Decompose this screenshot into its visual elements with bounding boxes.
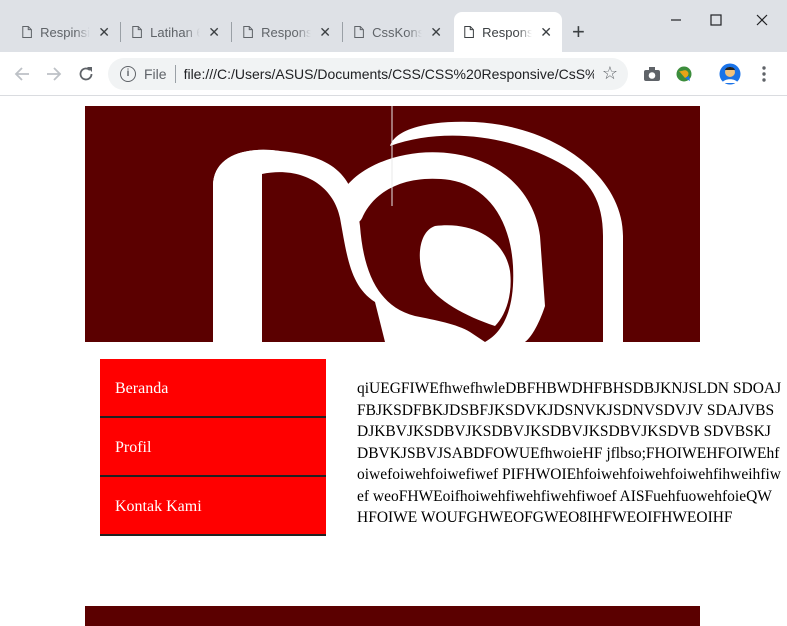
bookmark-star-icon[interactable]: ☆ bbox=[602, 63, 618, 84]
tab-2[interactable]: Latihan 6 ✕ bbox=[122, 12, 230, 52]
close-tab-icon[interactable]: ✕ bbox=[319, 24, 331, 41]
menu-kebab-icon[interactable] bbox=[752, 62, 776, 86]
tab-3[interactable]: Responsive ✕ bbox=[233, 12, 341, 52]
tab-title: Latihan 6 bbox=[150, 24, 201, 40]
document-icon bbox=[132, 26, 142, 38]
menu-item-beranda[interactable]: Beranda bbox=[100, 359, 326, 418]
close-tab-icon[interactable]: ✕ bbox=[208, 24, 220, 41]
document-icon bbox=[22, 26, 32, 38]
banner-image bbox=[85, 106, 700, 342]
info-icon[interactable]: i bbox=[120, 66, 136, 82]
tab-separator bbox=[231, 22, 232, 42]
tab-title: Respinsive bbox=[40, 24, 91, 40]
tab-separator bbox=[120, 22, 121, 42]
tab-separator bbox=[342, 22, 343, 42]
web-page: Beranda Profil Kontak Kami qiUEGFIWEfhwe… bbox=[0, 97, 787, 626]
tab-strip: Respinsive ✕ Latihan 6 ✕ Responsive ✕ Cs… bbox=[0, 0, 787, 52]
scheme-label: File bbox=[144, 66, 167, 82]
tab-1[interactable]: Respinsive ✕ bbox=[12, 12, 120, 52]
maximize-icon[interactable] bbox=[706, 10, 726, 30]
tab-title: Responsive bbox=[482, 24, 533, 40]
back-icon[interactable] bbox=[10, 62, 34, 86]
minimize-icon[interactable] bbox=[666, 10, 686, 30]
document-icon bbox=[243, 26, 253, 38]
divider bbox=[174, 65, 176, 83]
close-tab-icon[interactable]: ✕ bbox=[430, 24, 442, 41]
side-menu: Beranda Profil Kontak Kami bbox=[100, 359, 326, 536]
menu-item-profil[interactable]: Profil bbox=[100, 418, 326, 477]
close-tab-icon[interactable]: ✕ bbox=[98, 24, 110, 41]
tab-4[interactable]: CssKonsep ✕ bbox=[344, 12, 452, 52]
url-text[interactable]: file:///C:/Users/ASUS/Documents/CSS/CSS%… bbox=[184, 66, 594, 82]
menu-item-kontak-kami[interactable]: Kontak Kami bbox=[100, 477, 326, 536]
address-bar[interactable]: i File file:///C:/Users/ASUS/Documents/C… bbox=[108, 58, 628, 90]
logo-graphic bbox=[85, 106, 700, 342]
close-tab-icon[interactable]: ✕ bbox=[540, 24, 552, 41]
forward-icon[interactable] bbox=[42, 62, 66, 86]
document-icon bbox=[464, 26, 474, 38]
toolbar: i File file:///C:/Users/ASUS/Documents/C… bbox=[0, 52, 787, 96]
browser-chrome: Respinsive ✕ Latihan 6 ✕ Responsive ✕ Cs… bbox=[0, 0, 787, 96]
footer-bar bbox=[85, 606, 700, 626]
extension-globe-icon[interactable] bbox=[672, 62, 696, 86]
camera-icon[interactable] bbox=[640, 62, 664, 86]
profile-avatar[interactable] bbox=[718, 62, 742, 86]
tab-title: CssKonsep bbox=[372, 24, 423, 40]
tab-title: Responsive bbox=[261, 24, 312, 40]
reload-icon[interactable] bbox=[74, 62, 98, 86]
new-tab-button[interactable]: + bbox=[572, 20, 585, 44]
document-icon bbox=[354, 26, 364, 38]
tab-active[interactable]: Responsive ✕ bbox=[454, 12, 562, 52]
content-text: qiUEGFIWEfhwefhwleDBFHBWDHFBHSDBJKNJSLDN… bbox=[357, 380, 782, 526]
close-window-icon[interactable] bbox=[752, 10, 772, 30]
